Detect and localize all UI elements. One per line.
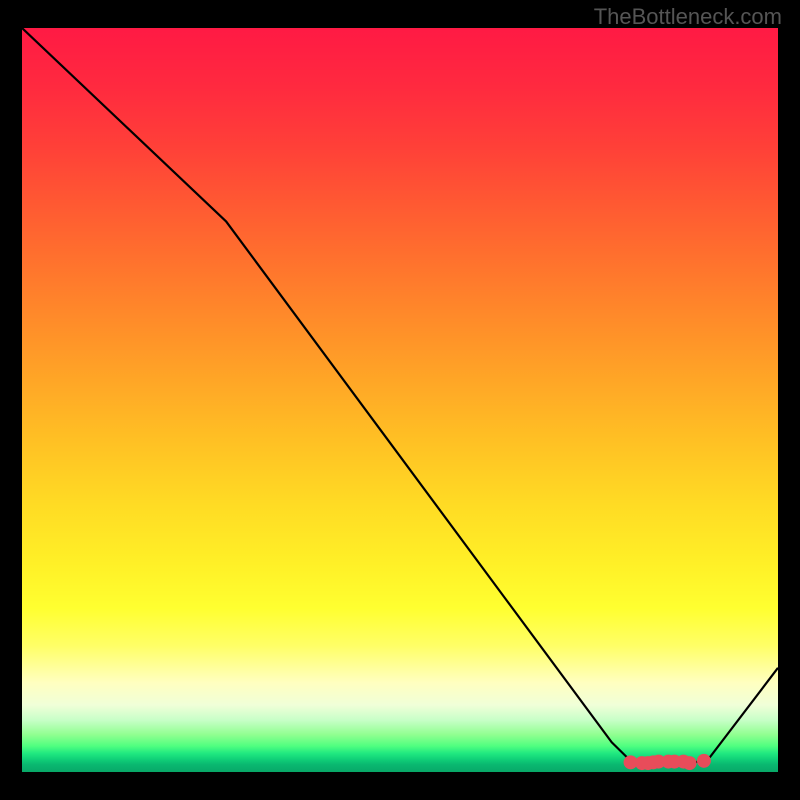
- chart-markers: [624, 754, 711, 770]
- chart-svg: [22, 28, 778, 772]
- chart-plot-area: [22, 28, 778, 772]
- chart-line: [22, 28, 778, 763]
- watermark-text: TheBottleneck.com: [594, 4, 782, 30]
